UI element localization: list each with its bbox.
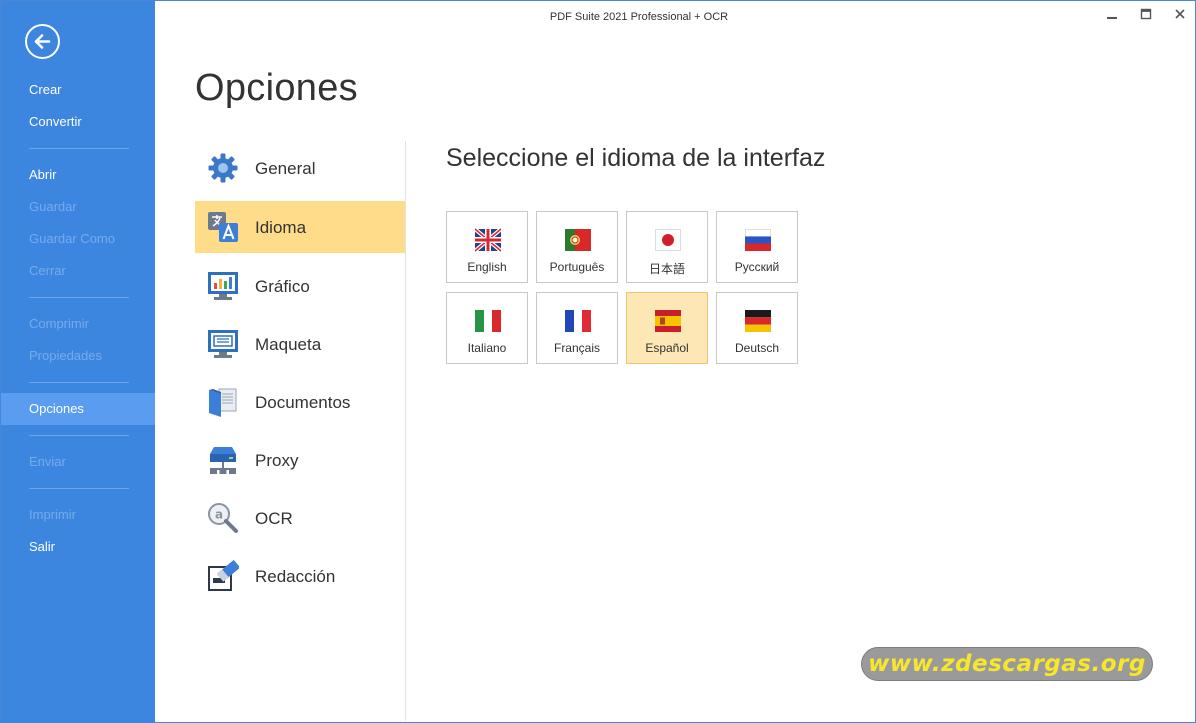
category-label: Documentos	[255, 393, 351, 412]
language-label: Français	[553, 341, 600, 355]
language-label: Español	[645, 341, 689, 355]
maximize-icon[interactable]	[1133, 6, 1159, 26]
language-tile-deutsch[interactable]: Deutsch	[716, 292, 798, 364]
sidebar-item-comprimir: Comprimir	[29, 316, 89, 331]
category-documentos[interactable]: Documentos	[195, 376, 405, 428]
language-tile-portugues[interactable]: Português	[536, 211, 618, 283]
language-tile-francais[interactable]: Français	[536, 292, 618, 364]
language-tile-italiano[interactable]: Italiano	[446, 292, 528, 364]
sidebar-item-cerrar: Cerrar	[29, 263, 66, 278]
uk-flag-icon	[475, 227, 501, 253]
italy-flag-icon	[475, 310, 501, 332]
france-flag-icon	[565, 310, 591, 332]
gear-icon	[208, 153, 238, 183]
category-label: OCR	[255, 509, 293, 528]
sidebar-divider	[29, 488, 129, 489]
language-label: Italiano	[467, 341, 507, 355]
minimize-icon[interactable]	[1099, 6, 1125, 26]
sidebar-item-crear[interactable]: Crear	[1, 74, 155, 106]
sidebar-item-opciones[interactable]: Opciones	[1, 393, 155, 425]
monitor-chart-icon	[208, 272, 238, 300]
sidebar-divider	[29, 382, 129, 383]
sidebar-item-enviar: Enviar	[29, 454, 66, 469]
germany-flag-icon	[745, 310, 771, 332]
language-tile-japanese[interactable]: 日本語	[626, 211, 708, 283]
language-label: Русский	[734, 260, 780, 274]
category-label: Gráfico	[255, 277, 310, 296]
sidebar-item-abrir[interactable]: Abrir	[1, 159, 155, 191]
sidebar-divider	[29, 435, 129, 436]
svg-text:a: a	[215, 508, 223, 522]
category-label: General	[255, 159, 316, 178]
category-label: Idioma	[255, 218, 307, 237]
sidebar-item-guardar-como: Guardar Como	[29, 231, 115, 246]
language-label: 日本語	[648, 262, 685, 276]
category-redaccion[interactable]: Redacción	[195, 550, 405, 602]
app-window: Crear Convertir Abrir Guardar Guardar Co…	[0, 0, 1196, 723]
backstage-sidebar: Crear Convertir Abrir Guardar Guardar Co…	[1, 1, 155, 723]
close-icon[interactable]	[1167, 6, 1193, 26]
monitor-layout-icon	[208, 330, 238, 358]
japan-flag-icon	[655, 229, 681, 251]
language-label: English	[467, 260, 507, 274]
sidebar-item-imprimir: Imprimir	[29, 507, 76, 522]
watermark-banner: www.zdescargas.org	[861, 647, 1153, 681]
category-label: Maqueta	[255, 335, 322, 354]
sidebar-item-salir[interactable]: Salir	[1, 531, 155, 563]
russia-flag-icon	[745, 229, 771, 251]
eraser-icon	[208, 560, 239, 591]
title-bar: PDF Suite 2021 Professional + OCR	[155, 1, 1195, 35]
category-general[interactable]: General	[195, 142, 405, 194]
documents-icon	[209, 388, 237, 417]
back-arrow-icon[interactable]	[25, 24, 60, 59]
sidebar-divider	[29, 148, 129, 149]
category-grafico[interactable]: Gráfico	[195, 260, 405, 312]
section-heading: Seleccione el idioma de la interfaz	[446, 144, 826, 172]
language-tile-english[interactable]: English	[446, 211, 528, 283]
language-label: Deutsch	[734, 341, 780, 355]
ocr-magnifier-icon: a	[208, 503, 238, 533]
category-idioma[interactable]: Idioma	[195, 201, 405, 253]
category-proxy[interactable]: Proxy	[195, 434, 405, 486]
sidebar-divider	[29, 297, 129, 298]
portugal-flag-icon	[565, 229, 591, 251]
window-title: PDF Suite 2021 Professional + OCR	[549, 11, 729, 23]
translate-icon	[208, 212, 238, 242]
language-tile-russian[interactable]: Русский	[716, 211, 798, 283]
language-label: Português	[549, 260, 605, 274]
category-ocr[interactable]: a OCR	[195, 492, 405, 544]
language-tile-espanol[interactable]: Español	[626, 292, 708, 364]
network-server-icon	[210, 447, 236, 474]
sidebar-item-propiedades: Propiedades	[29, 348, 102, 363]
category-label: Redacción	[255, 567, 336, 586]
watermark-text: www.zdescargas.org	[868, 651, 1146, 677]
spain-flag-icon	[655, 310, 681, 332]
category-maqueta[interactable]: Maqueta	[195, 318, 405, 370]
panel-divider	[405, 141, 406, 721]
page-title: Opciones	[195, 67, 358, 109]
sidebar-item-convertir[interactable]: Convertir	[1, 106, 155, 138]
category-label: Proxy	[255, 451, 299, 470]
sidebar-item-guardar: Guardar	[29, 199, 77, 214]
